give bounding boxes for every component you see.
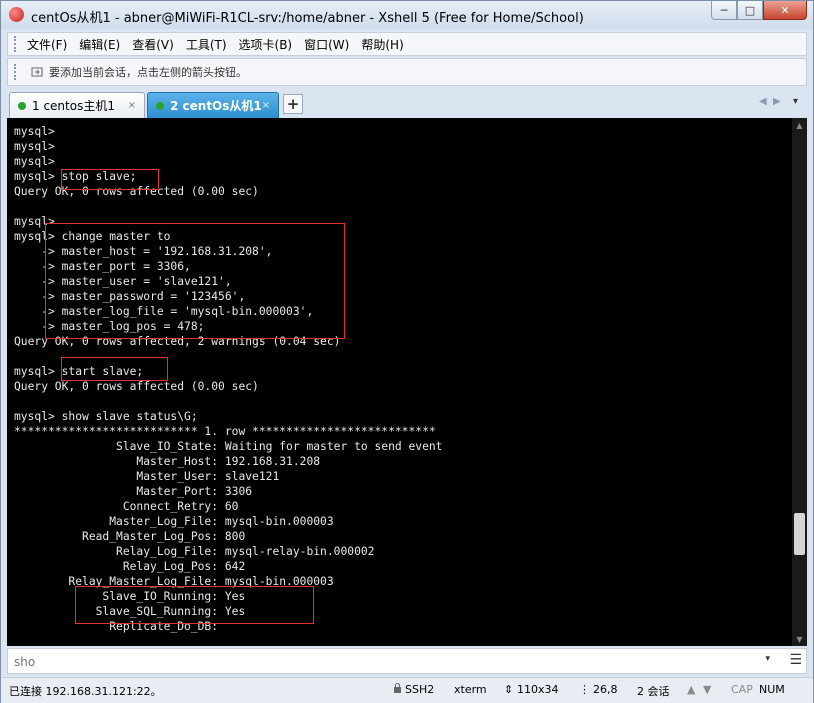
terminal-line: Query OK, 0 rows affected (0.00 sec) xyxy=(14,380,259,393)
terminal-line: *************************** 1. row *****… xyxy=(14,425,436,438)
new-tab-button[interactable]: + xyxy=(283,94,303,114)
title-bar[interactable]: centOs从机1 - abner@MiWiFi-R1CL-srv:/home/… xyxy=(1,1,813,29)
menu-view[interactable]: 查看(V) xyxy=(132,36,174,53)
terminal-line: Connect_Retry: 60 xyxy=(14,500,239,513)
status-protocol: SSH2 xyxy=(405,683,435,696)
highlight-stop-slave xyxy=(61,169,159,190)
terminal-line: Master_Host: 192.168.31.208 xyxy=(14,455,321,468)
terminal-line: Read_Master_Log_Pos: 800 xyxy=(14,530,246,543)
compose-menu-icon[interactable]: ☰ xyxy=(789,652,802,668)
menu-file[interactable]: 文件(F) xyxy=(27,36,67,53)
scroll-down-icon[interactable]: ▼ xyxy=(792,632,807,646)
tab-prev-icon[interactable]: ◀ xyxy=(759,96,767,107)
status-terminal-type: xterm xyxy=(454,683,487,696)
terminal-line: Relay_Log_File: mysql-relay-bin.000002 xyxy=(14,545,375,558)
menu-tools[interactable]: 工具(T) xyxy=(186,36,227,53)
terminal-line: mysql> xyxy=(14,155,55,168)
cursor-icon: ⋮ xyxy=(579,683,590,696)
maximize-button[interactable]: □ xyxy=(737,1,763,20)
terminal-line: Relay_Log_Pos: 642 xyxy=(14,560,246,573)
menu-edit[interactable]: 编辑(E) xyxy=(79,36,120,53)
terminal-line: Slave_IO_State: Waiting for master to se… xyxy=(14,440,443,453)
toolbar-grip xyxy=(14,64,19,80)
menubar-grip xyxy=(14,36,19,52)
toolbar-hint: 要添加当前会话，点击左侧的箭头按钮。 xyxy=(49,66,247,79)
tab-close-icon[interactable]: × xyxy=(128,100,136,111)
status-num: NUM xyxy=(759,683,785,696)
menu-help[interactable]: 帮助(H) xyxy=(361,36,403,53)
status-sessions: 2 会话 xyxy=(637,685,670,698)
compose-bar: ▾ ☰ xyxy=(7,648,807,674)
tab-label: 2 centOs从机1 xyxy=(170,99,262,113)
session-arrow-icon[interactable] xyxy=(31,66,43,78)
xshell-app-icon xyxy=(9,7,24,22)
terminal-line: Master_User: slave121 xyxy=(14,470,280,483)
terminal-line: mysql> xyxy=(14,125,55,138)
tab-label: 1 centos主机1 xyxy=(32,99,115,113)
menu-window[interactable]: 窗口(W) xyxy=(304,36,349,53)
highlight-running-status xyxy=(75,586,314,624)
session-up-icon[interactable]: ▲ xyxy=(687,683,695,696)
status-caps: CAP xyxy=(731,683,753,696)
status-size: 110x34 xyxy=(517,683,559,696)
highlight-start-slave xyxy=(61,357,168,381)
connected-status-icon xyxy=(18,101,26,110)
minimize-button[interactable]: ─ xyxy=(711,1,737,20)
resize-icon: ⇕ xyxy=(504,683,514,696)
tab-next-icon[interactable]: ▶ xyxy=(773,96,781,107)
status-bar: 已连接 192.168.31.121:22。 SSH2 xterm ⇕ 110x… xyxy=(1,677,813,703)
menu-tabs[interactable]: 选项卡(B) xyxy=(239,36,293,53)
status-connection: 已连接 192.168.31.121:22。 xyxy=(9,685,162,698)
xshell-window: centOs从机1 - abner@MiWiFi-R1CL-srv:/home/… xyxy=(0,0,814,703)
session-down-icon[interactable]: ▼ xyxy=(703,683,711,696)
close-button[interactable]: ✕ xyxy=(763,1,807,20)
tab-centos-slave[interactable]: 2 centOs从机1 × xyxy=(147,92,279,118)
terminal-scrollbar[interactable]: ▲ ▼ xyxy=(792,118,807,646)
terminal-line: mysql> xyxy=(14,140,55,153)
command-input[interactable] xyxy=(12,652,756,672)
scroll-up-icon[interactable]: ▲ xyxy=(792,118,807,132)
menu-bar: 文件(F) 编辑(E) 查看(V) 工具(T) 选项卡(B) 窗口(W) 帮助(… xyxy=(7,32,807,56)
window-title: centOs从机1 - abner@MiWiFi-R1CL-srv:/home/… xyxy=(31,11,584,26)
history-dropdown-icon[interactable]: ▾ xyxy=(765,654,770,664)
tab-close-icon[interactable]: × xyxy=(262,100,270,111)
terminal-line: mysql> show slave status\G; xyxy=(14,410,198,423)
scroll-thumb[interactable] xyxy=(794,513,805,555)
tab-bar: 1 centos主机1 × 2 centOs从机1 × + ◀ ▶ ▾ xyxy=(7,90,807,118)
window-controls: ─ □ ✕ xyxy=(711,1,807,21)
terminal-line: Master_Log_File: mysql-bin.000003 xyxy=(14,515,334,528)
terminal-line: Master_Port: 3306 xyxy=(14,485,253,498)
tab-list-dropdown-icon[interactable]: ▾ xyxy=(793,96,798,107)
highlight-change-master xyxy=(45,223,345,339)
status-cursor: 26,8 xyxy=(593,683,618,696)
terminal-output[interactable]: mysql> mysql> mysql> mysql> stop slave; Quer… xyxy=(7,118,807,646)
lock-icon xyxy=(393,683,402,696)
session-toolbar: 要添加当前会话，点击左侧的箭头按钮。 xyxy=(7,58,807,86)
tab-centos-master[interactable]: 1 centos主机1 × xyxy=(9,92,145,118)
connected-status-icon xyxy=(156,101,164,110)
